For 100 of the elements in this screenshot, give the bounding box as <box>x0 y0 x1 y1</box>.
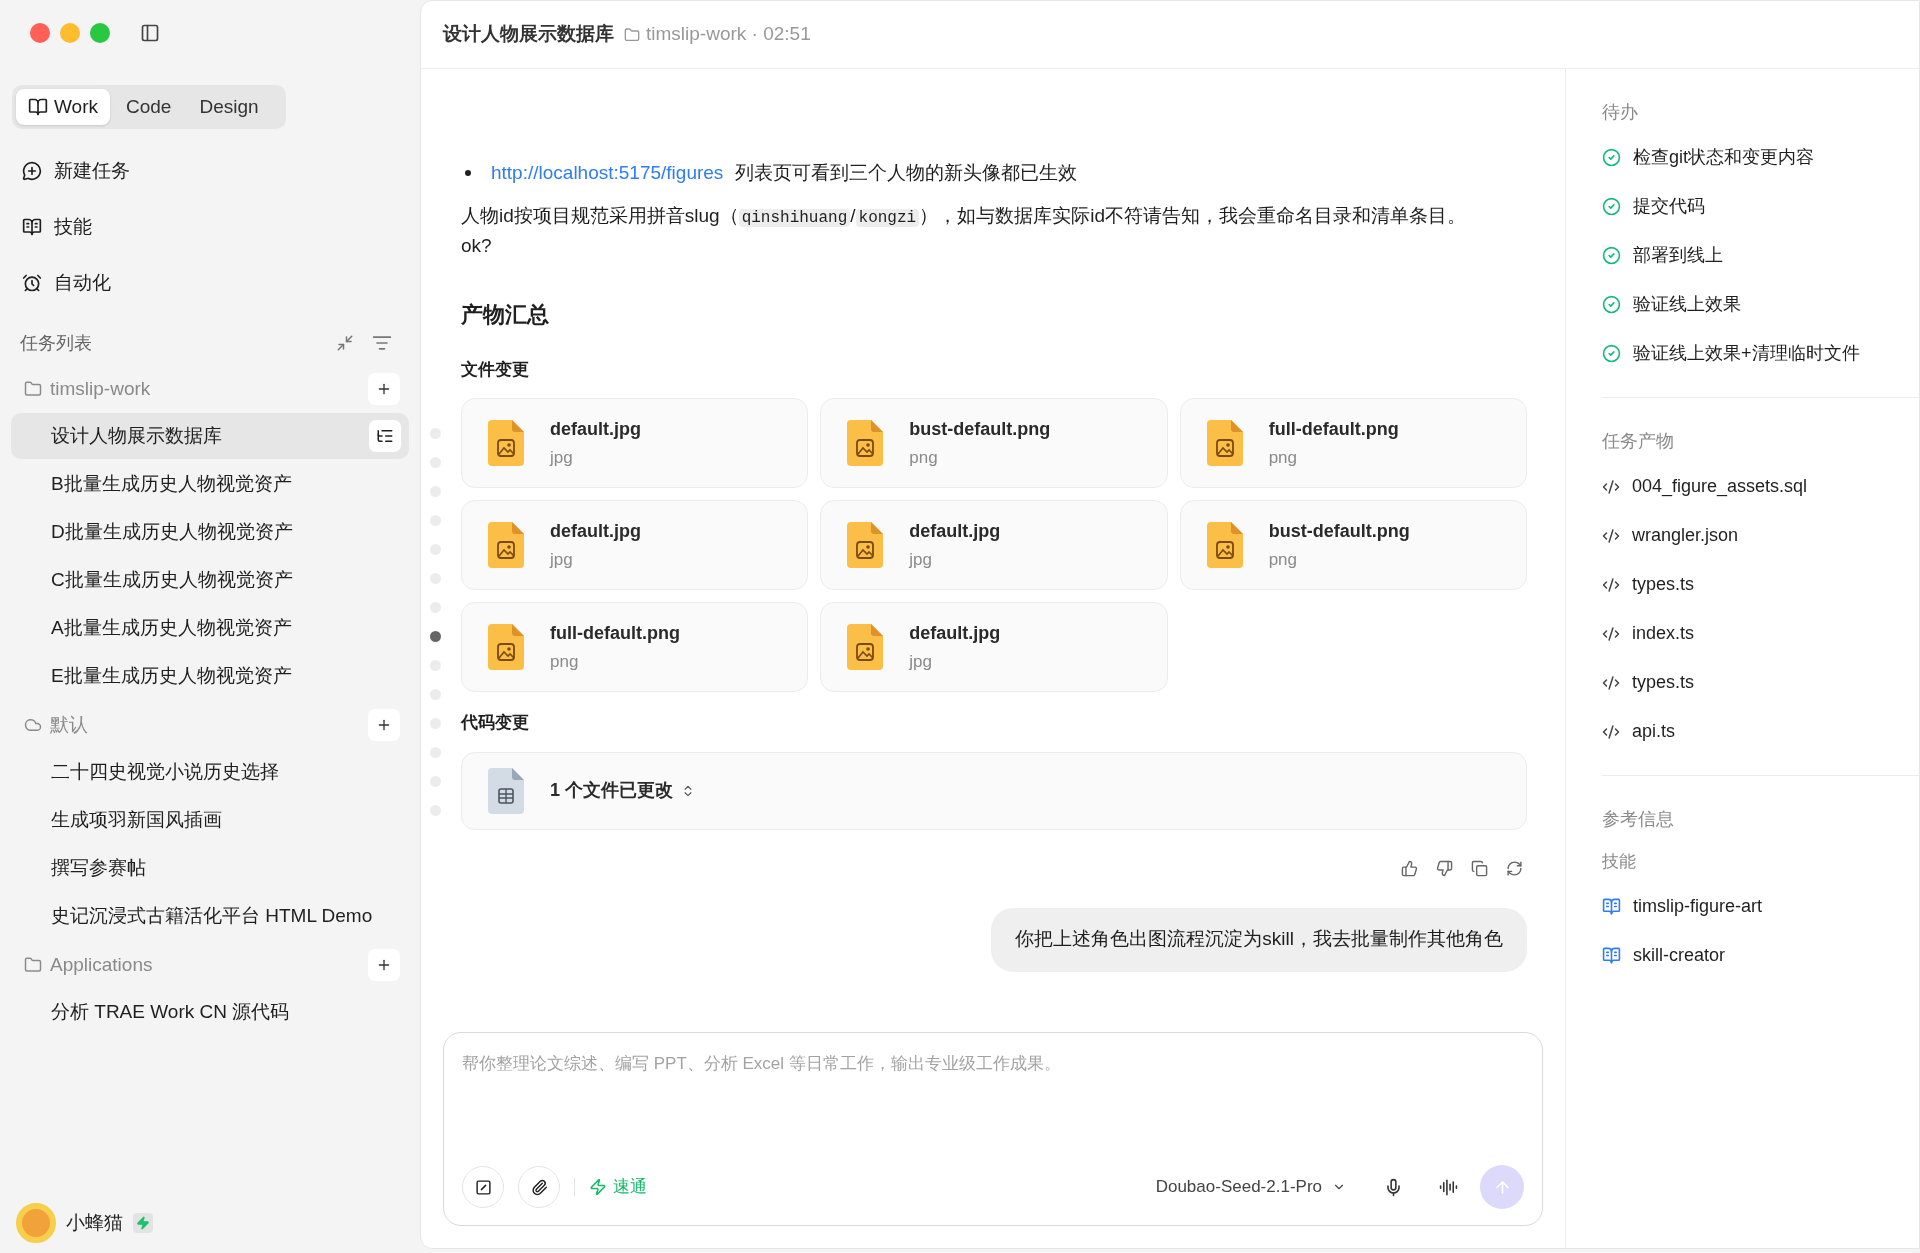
plus-icon <box>376 957 392 973</box>
section-heading: 产物汇总 <box>461 300 550 329</box>
task-item[interactable]: 分析 TRAE Work CN 源代码 <box>11 989 409 1035</box>
list-tree-icon <box>376 427 394 445</box>
file-type: png <box>1268 446 1299 469</box>
book-icon <box>22 217 42 237</box>
image-file-icon <box>1206 522 1243 568</box>
file-card[interactable]: default.jpg jpg <box>820 500 1168 590</box>
model-selector[interactable]: Doubao-Seed-2.1-Pro <box>1155 1174 1346 1200</box>
todo-item: 验证线上效果+清理临时文件 <box>1633 342 1860 365</box>
task-title: 设计人物展示数据库 <box>443 22 614 47</box>
collapse-icon[interactable] <box>336 334 354 352</box>
paperclip-icon <box>530 1178 548 1196</box>
new-chat-icon <box>22 161 42 181</box>
task-item[interactable]: 生成项羽新国风插画 <box>11 797 409 843</box>
mode-tab[interactable]: Code <box>114 89 184 125</box>
book-icon <box>1602 945 1621 965</box>
thumbs-down-icon[interactable] <box>1436 859 1453 877</box>
add-task-button[interactable] <box>368 373 400 405</box>
code-change-summary: 1 个文件已更改 <box>550 779 673 802</box>
artifact-link[interactable]: 004_figure_assets.sql <box>1632 473 1808 500</box>
file-card[interactable]: default.jpg jpg <box>820 602 1168 692</box>
project-info: timslip-work · 02:51 <box>646 22 811 47</box>
subsection-heading: 代码变更 <box>461 712 530 734</box>
file-name: bust-default.png <box>909 417 1051 441</box>
code-icon <box>1602 575 1620 594</box>
preview-link[interactable]: http://localhost:5175/figures <box>491 159 724 188</box>
file-type: png <box>550 650 580 673</box>
todo-item: 提交代码 <box>1633 195 1705 218</box>
book-icon <box>1602 896 1621 916</box>
section-title: 参考信息 <box>1602 808 1675 831</box>
file-type: jpg <box>909 650 933 673</box>
mode-tab[interactable]: Design <box>187 89 271 125</box>
nav-item[interactable]: 自动化 <box>0 255 420 311</box>
skill-link[interactable]: timslip-figure-art <box>1633 892 1763 920</box>
audio-lines-icon[interactable] <box>1439 1177 1458 1197</box>
artifact-link[interactable]: types.ts <box>1632 571 1695 598</box>
image-file-icon <box>847 420 884 466</box>
task-item[interactable]: C批量生成历史人物视觉资产 <box>11 557 409 603</box>
filter-icon[interactable] <box>372 333 392 353</box>
task-item[interactable]: 撰写参赛帖 <box>11 845 409 891</box>
task-item[interactable]: A批量生成历史人物视觉资产 <box>11 605 409 651</box>
task-item[interactable]: D批量生成历史人物视觉资产 <box>11 509 409 555</box>
subsection-heading: 文件变更 <box>461 358 530 381</box>
code-icon <box>1602 722 1620 741</box>
todo-item: 部署到线上 <box>1633 244 1723 267</box>
nav-item[interactable]: 技能 <box>0 199 420 255</box>
mode-tab[interactable]: Work <box>16 89 110 125</box>
code-change-card[interactable]: 1 个文件已更改 <box>461 751 1527 830</box>
refresh-icon[interactable] <box>1506 859 1523 877</box>
copy-icon[interactable] <box>1471 859 1488 877</box>
code-icon <box>1602 526 1620 545</box>
minimize-window-button[interactable] <box>60 23 80 43</box>
file-card[interactable]: bust-default.png png <box>1179 500 1527 590</box>
file-type: jpg <box>550 548 574 571</box>
image-file-icon <box>488 522 524 568</box>
user-message: 你把上述角色出图流程沉淀为skill，我去批量制作其他角色 <box>991 907 1527 972</box>
user-avatar[interactable] <box>16 1203 56 1243</box>
plus-icon <box>376 717 392 733</box>
image-file-icon <box>488 420 524 466</box>
image-file-icon <box>847 522 884 568</box>
document-icon <box>488 767 524 814</box>
file-name: default.jpg <box>909 621 1001 645</box>
book-icon <box>28 97 48 117</box>
task-item[interactable]: 设计人物展示数据库 <box>11 413 409 459</box>
add-task-button[interactable] <box>368 949 400 981</box>
file-card[interactable]: full-default.png png <box>1179 398 1527 488</box>
skill-link[interactable]: skill-creator <box>1633 941 1725 969</box>
artifact-link[interactable]: types.ts <box>1632 669 1695 696</box>
message-input[interactable]: 帮你整理论文综述、编写 PPT、分析 Excel 等日常工作，输出专业级工作成果。 速通 Doubao-Seed-2.1-Pro <box>443 1032 1543 1226</box>
file-card[interactable]: default.jpg jpg <box>461 398 809 488</box>
task-item[interactable]: 二十四史视觉小说历史选择 <box>11 749 409 795</box>
file-type: png <box>1268 548 1299 571</box>
file-type: jpg <box>550 446 574 469</box>
artifact-link[interactable]: api.ts <box>1632 718 1676 745</box>
code-icon <box>1602 477 1620 496</box>
cloud-icon <box>24 716 42 734</box>
code-icon <box>1602 673 1620 692</box>
close-window-button[interactable] <box>30 23 50 43</box>
add-task-button[interactable] <box>368 709 400 741</box>
file-card[interactable]: full-default.png png <box>461 602 809 692</box>
image-file-icon <box>847 624 884 670</box>
task-item[interactable]: B批量生成历史人物视觉资产 <box>11 461 409 507</box>
outline-button[interactable] <box>369 420 401 452</box>
todo-item: 检查git状态和变更内容 <box>1633 146 1814 169</box>
microphone-icon[interactable] <box>1384 1177 1403 1197</box>
section-title: 任务列表 <box>20 331 92 355</box>
artifact-link[interactable]: index.ts <box>1632 620 1695 647</box>
nav-item[interactable]: 新建任务 <box>0 143 420 199</box>
task-item[interactable]: E批量生成历史人物视觉资产 <box>11 653 409 699</box>
artifact-link[interactable]: wrangler.json <box>1632 522 1739 549</box>
section-title: 任务产物 <box>1602 430 1675 453</box>
message-paragraph: 人物id按项目规范采用拼音slug（qinshihuang/kongzi），如与数据库实际id不符请告知，我会重命名目录和清单条目。ok? <box>461 203 1467 258</box>
file-card[interactable]: default.jpg jpg <box>461 500 809 590</box>
thumbs-up-icon[interactable] <box>1401 859 1418 877</box>
folder-icon <box>24 380 42 398</box>
task-item[interactable]: 史记沉浸式古籍活化平台 HTML Demo <box>11 893 409 939</box>
zoom-window-button[interactable] <box>90 23 110 43</box>
file-card[interactable]: bust-default.png png <box>820 398 1168 488</box>
sidebar-toggle-icon[interactable] <box>140 23 160 43</box>
